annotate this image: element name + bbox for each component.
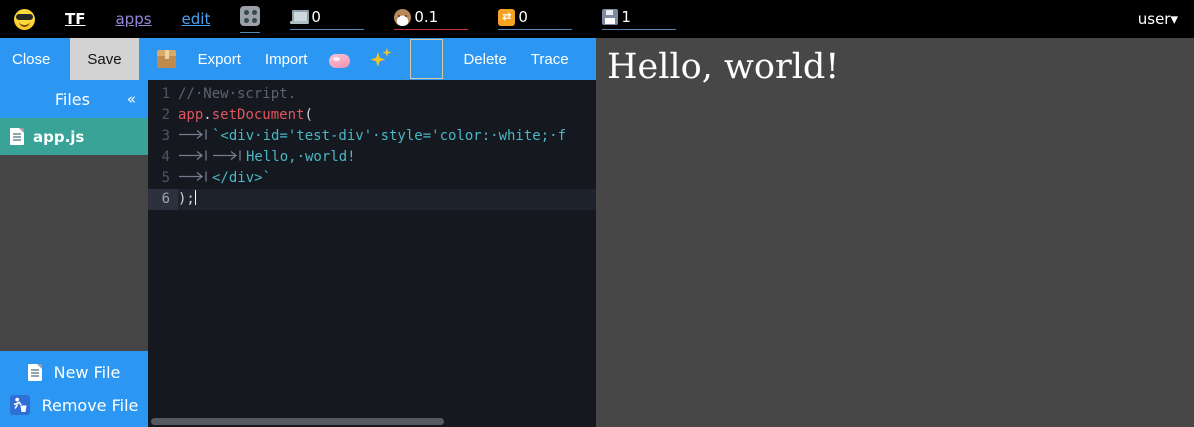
work-row: Files « app.js New File	[0, 80, 596, 427]
token-punct: .	[203, 107, 211, 123]
token-keyword: setDocument	[212, 107, 305, 123]
control-knobs-icon	[240, 6, 260, 26]
file-name: app.js	[33, 128, 84, 146]
remove-file-label: Remove File	[42, 396, 139, 415]
line-number: 6	[148, 189, 178, 210]
new-file-button[interactable]: New File	[0, 363, 148, 382]
close-button[interactable]: Close	[0, 38, 62, 80]
apps-grid-link[interactable]	[240, 6, 260, 33]
code-line[interactable]: 2app.setDocument(	[148, 105, 596, 126]
laptop-icon	[290, 10, 308, 24]
token-string: Hello,·world!	[246, 149, 356, 165]
user-menu[interactable]: user▾	[1138, 10, 1194, 28]
stats-group: 00.1⇄01	[290, 8, 676, 30]
code-line[interactable]: 4 Hello,·world!	[148, 147, 596, 168]
token-comment: //·New·script.	[178, 86, 296, 102]
sidebar-empty-area	[0, 155, 148, 351]
topbar-left-group: TF apps edit 00.1⇄01	[0, 6, 676, 33]
stat-laptop[interactable]: 0	[290, 8, 364, 30]
line-number: 2	[148, 105, 178, 126]
sparkles-icon	[370, 48, 392, 70]
file-item-app.js[interactable]: app.js	[0, 118, 148, 155]
trace-button[interactable]: Trace	[519, 38, 581, 80]
code-lines: 1//·New·script.2app.setDocument(3`<div·i…	[148, 84, 596, 210]
code-text: `<div·id='test-div'·style='color:·white;…	[178, 126, 596, 147]
token-punct: (	[304, 107, 312, 123]
files-sidebar: Files « app.js New File	[0, 80, 148, 427]
code-line[interactable]: 1//·New·script.	[148, 84, 596, 105]
soap-button[interactable]	[319, 38, 360, 80]
empty-box-button[interactable]	[410, 39, 443, 79]
files-title: Files	[0, 90, 127, 109]
package-icon	[157, 50, 176, 68]
stat-hamster[interactable]: 0.1	[394, 8, 468, 30]
remove-file-button[interactable]: Remove File	[0, 395, 148, 415]
app-output-panel: Hello, world!	[596, 38, 1194, 427]
app-column: Close Save Export Import Delete Trace Fi…	[0, 38, 596, 427]
files-header: Files «	[0, 80, 148, 118]
code-line[interactable]: 5 </div>`	[148, 168, 596, 189]
sidebar-actions: New File Remove File	[0, 351, 148, 427]
token-string: </div>`	[212, 170, 271, 186]
stat-floppy[interactable]: 1	[602, 8, 676, 30]
stat-value: 0.1	[414, 8, 438, 26]
sparkles-button[interactable]	[360, 38, 402, 80]
line-number: 4	[148, 147, 178, 168]
code-text: Hello,·world!	[178, 147, 596, 168]
export-button[interactable]: Export	[186, 38, 253, 80]
code-editor[interactable]: 1//·New·script.2app.setDocument(3`<div·i…	[148, 80, 596, 427]
hamster-icon	[394, 9, 411, 26]
code-line[interactable]: 6);	[148, 189, 596, 210]
code-text: );	[178, 189, 596, 210]
import-button[interactable]: Import	[253, 38, 320, 80]
collapse-sidebar-button[interactable]: «	[127, 90, 148, 108]
nav-link-apps[interactable]: apps	[115, 10, 151, 28]
floppy-icon	[602, 9, 618, 25]
package-button[interactable]	[147, 38, 186, 80]
new-file-icon	[28, 364, 42, 381]
file-list: app.js	[0, 118, 148, 155]
new-file-label: New File	[54, 363, 121, 382]
stat-value: 0	[311, 8, 321, 26]
sunglasses-smiley-icon[interactable]	[14, 9, 35, 30]
token-keyword: app	[178, 107, 203, 123]
token-string: `<div·id='test-div'·style='color:·white;…	[212, 128, 566, 144]
code-line[interactable]: 3 `<div·id='test-div'·style='color:·white…	[148, 126, 596, 147]
token-punct: );	[178, 191, 195, 207]
nav-link-tf[interactable]: TF	[65, 10, 85, 28]
code-text: app.setDocument(	[178, 105, 596, 126]
nav-link-edit[interactable]: edit	[182, 10, 211, 28]
stat-value: 1	[621, 8, 631, 26]
text-cursor	[195, 190, 197, 205]
litter-bin-icon	[10, 395, 30, 415]
stat-repeat[interactable]: ⇄0	[498, 8, 572, 30]
save-button[interactable]: Save	[70, 38, 138, 80]
line-number: 5	[148, 168, 178, 189]
output-text: Hello, world!	[596, 38, 1194, 87]
file-icon	[10, 128, 24, 145]
top-bar: TF apps edit 00.1⇄01 user▾	[0, 0, 1194, 38]
editor-toolbar: Close Save Export Import Delete Trace	[0, 38, 596, 80]
delete-button[interactable]: Delete	[451, 38, 518, 80]
line-number: 3	[148, 126, 178, 147]
line-number: 1	[148, 84, 178, 105]
soap-icon	[329, 54, 350, 68]
code-text: //·New·script.	[178, 84, 596, 105]
stat-value: 0	[518, 8, 528, 26]
code-text: </div>`	[178, 168, 596, 189]
repeat-icon: ⇄	[498, 9, 515, 26]
horizontal-scrollbar[interactable]	[151, 418, 444, 425]
